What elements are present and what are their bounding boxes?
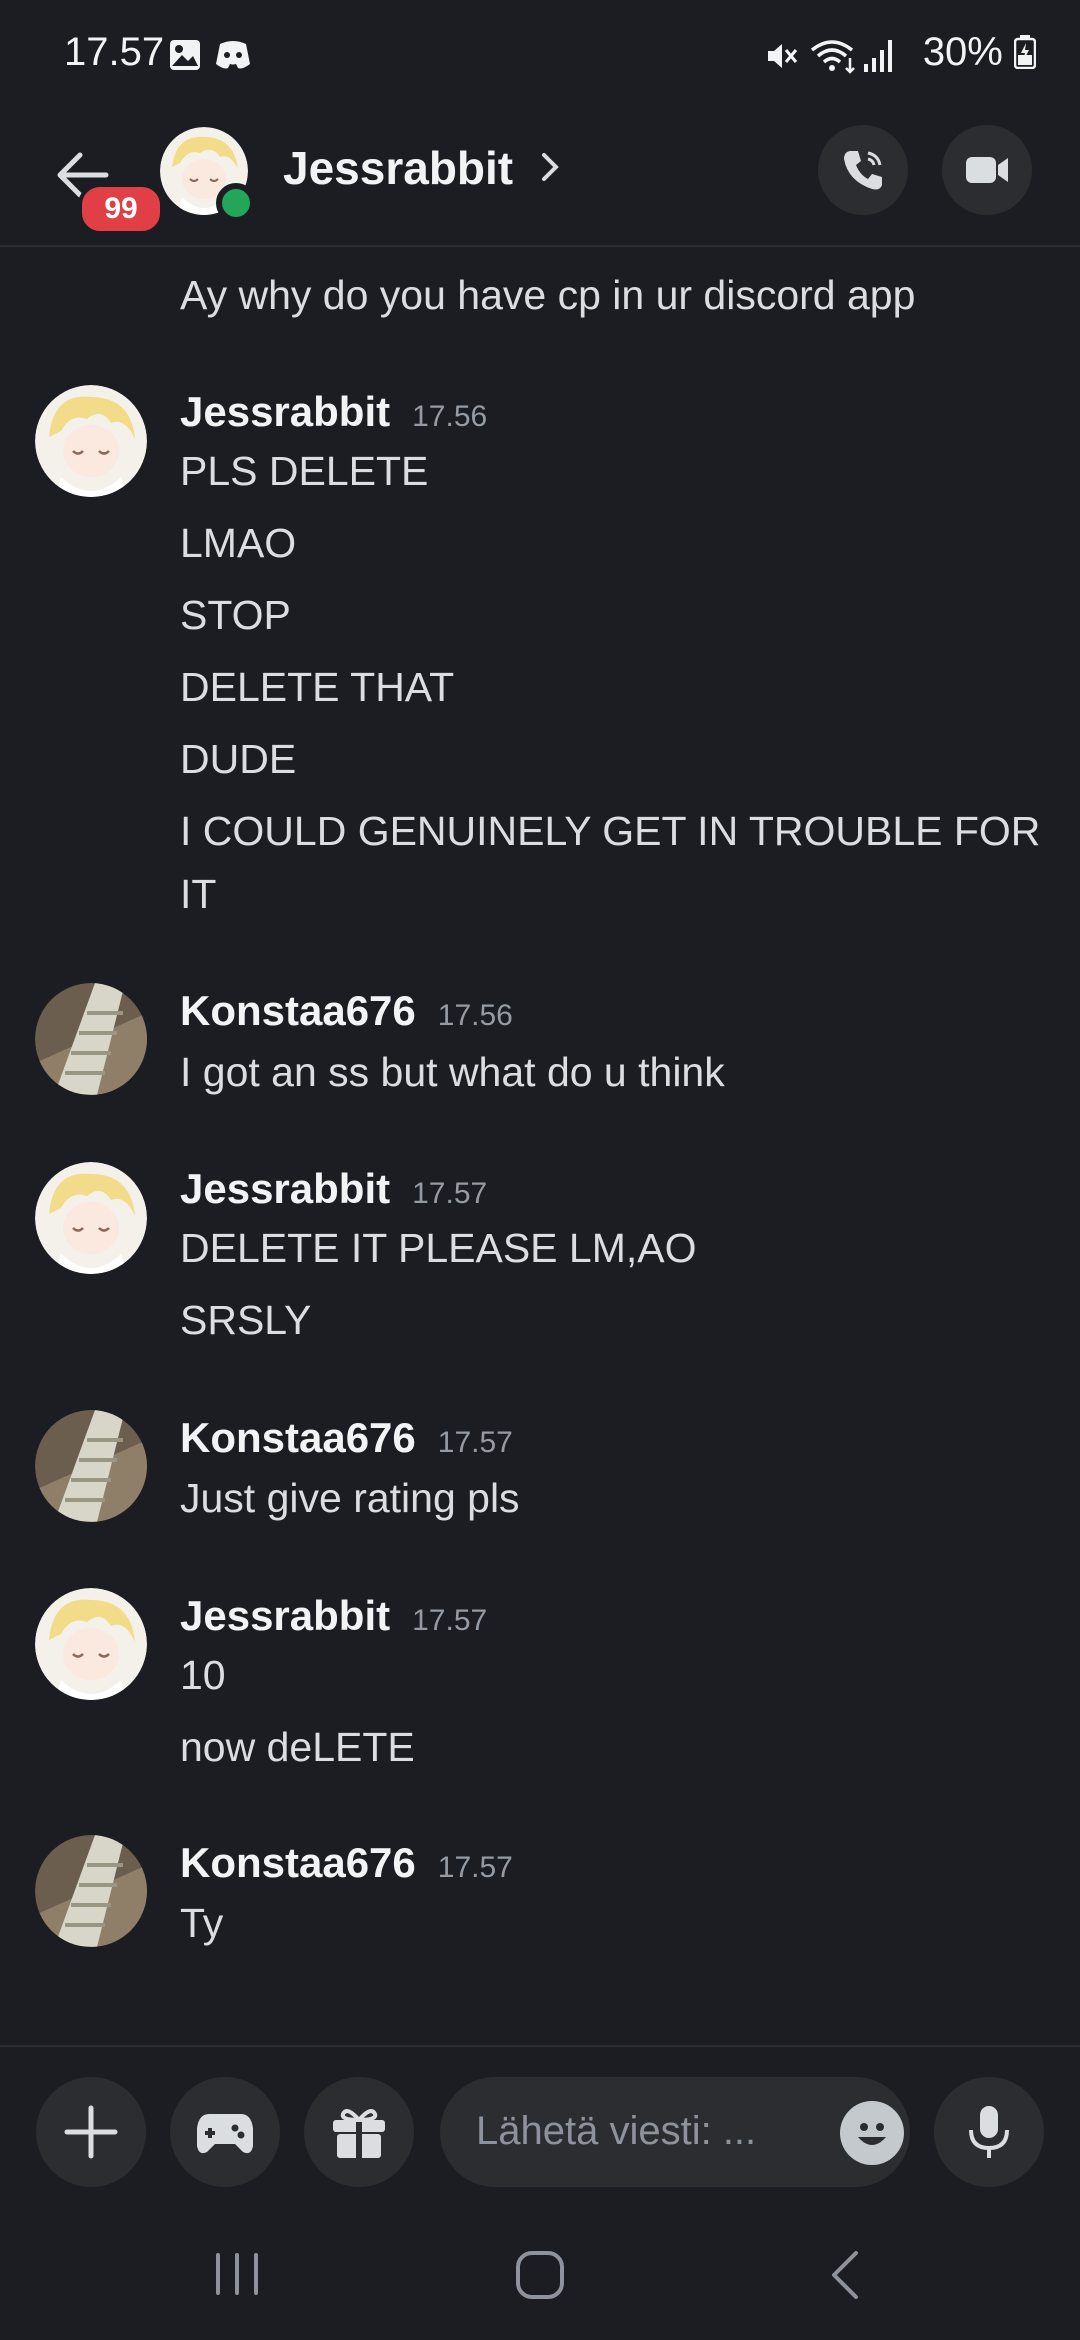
author-name[interactable]: Konstaa676 [180,1839,416,1886]
message-text: IT [180,871,217,917]
avatar[interactable] [35,1835,147,1947]
author-name[interactable]: Konstaa676 [180,1414,416,1461]
message-text: PLS DELETE [180,448,429,494]
gift-icon [333,2109,385,2158]
chevron-right-icon[interactable] [540,149,562,190]
message-text: Ay why do you have cp in ur discord app [180,272,916,318]
avatar[interactable] [35,1588,147,1700]
message-timestamp: 17.57 [412,1177,488,1210]
message-composer: Lähetä viesti: ... [0,2045,1080,2207]
message-timestamp: 17.57 [412,1604,488,1637]
avatar[interactable] [35,983,147,1095]
discord-icon [214,38,252,77]
contact-name[interactable]: Jessrabbit [283,141,513,195]
message-input-placeholder: Lähetä viesti: ... [476,2109,757,2153]
message-timestamp: 17.56 [437,999,513,1032]
home-icon[interactable] [514,2249,566,2301]
message-text: I COULD GENUINELY GET IN TROUBLE FOR [180,808,1041,854]
message-text: LMAO [180,520,297,566]
message-author[interactable]: Konstaa676 17.57 [180,1414,513,1462]
mute-icon [764,38,800,79]
message-text: Ty [180,1900,224,1946]
emoji-icon [858,2123,886,2145]
avatar[interactable] [35,1162,147,1274]
message-author[interactable]: Konstaa676 17.56 [180,987,513,1035]
avatar[interactable] [35,385,147,497]
message-text: I got an ss but what do u think [180,1049,725,1095]
message-author[interactable]: Konstaa676 17.57 [180,1839,513,1887]
avatar[interactable] [35,1410,147,1522]
message-timestamp: 17.56 [412,400,488,433]
status-time: 17.57 [64,30,165,74]
battery-icon [1013,35,1037,70]
online-status-dot [216,183,256,223]
message-list: Ay why do you have cp in ur discord app … [0,245,1080,2045]
message-text: DUDE [180,736,297,782]
message-text: DELETE THAT [180,664,455,710]
message-author[interactable]: Jessrabbit 17.57 [180,1165,487,1213]
message-text: DELETE IT PLEASE LM,AO [180,1225,697,1271]
author-name[interactable]: Jessrabbit [180,1592,390,1639]
message-author[interactable]: Jessrabbit 17.56 [180,388,487,436]
author-name[interactable]: Jessrabbit [180,1165,390,1212]
message-text: now deLETE [180,1724,415,1770]
video-call-button[interactable] [942,125,1032,215]
gift-button[interactable] [304,2077,414,2187]
author-name[interactable]: Konstaa676 [180,987,416,1034]
voice-message-button[interactable] [934,2077,1044,2187]
unread-badge: 99 [78,183,164,235]
gamepad-icon [197,2114,253,2154]
message-timestamp: 17.57 [437,1851,513,1884]
plus-icon [64,2105,118,2159]
status-bar: 17.57 30% [0,0,1080,115]
emoji-button[interactable] [840,2101,904,2165]
system-nav-bar [0,2205,1080,2340]
activities-button[interactable] [170,2077,280,2187]
gallery-icon [168,38,202,77]
back-icon[interactable] [826,2249,862,2301]
message-input[interactable]: Lähetä viesti: ... [440,2077,910,2187]
message-timestamp: 17.57 [437,1426,513,1459]
phone-icon [844,151,882,190]
author-name[interactable]: Jessrabbit [180,388,390,435]
message-text: Just give rating pls [180,1475,520,1521]
video-camera-icon [966,157,1008,183]
voice-call-button[interactable] [818,125,908,215]
battery-level: 30% [923,30,1037,75]
message-text: STOP [180,592,291,638]
wifi-icon [810,38,858,79]
microphone-icon [969,2106,1009,2158]
attach-button[interactable] [36,2077,146,2187]
recents-icon[interactable] [212,2251,262,2297]
message-text: 10 [180,1652,226,1698]
signal-icon [862,38,896,79]
message-author[interactable]: Jessrabbit 17.57 [180,1592,487,1640]
message-text: SRSLY [180,1297,312,1343]
dm-header: 99 Jessrabbit [0,115,1080,247]
